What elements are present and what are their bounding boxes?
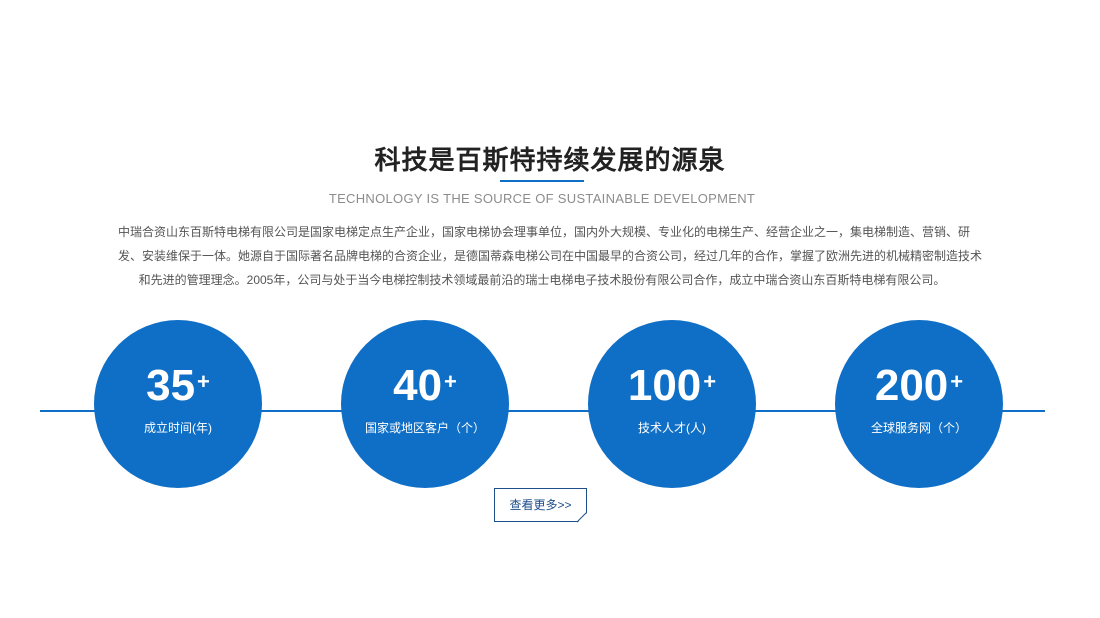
- title-underline: [500, 180, 584, 182]
- view-more-label: 查看更多>>: [509, 498, 572, 512]
- stat-value: 200: [874, 361, 949, 410]
- stat-value: 40: [393, 361, 443, 410]
- intro-line: 中瑞合资山东百斯特电梯有限公司是国家电梯定点生产企业，国家电梯协会理事单位，国内…: [118, 225, 971, 239]
- stat-label: 技术人才(人): [638, 421, 706, 435]
- stat-label: 全球服务网（个）: [870, 421, 967, 435]
- view-more-button[interactable]: 查看更多>>: [494, 488, 587, 523]
- company-intro: 中瑞合资山东百斯特电梯有限公司是国家电梯定点生产企业，国家电梯协会理事单位，国内…: [118, 220, 983, 292]
- stat-value: 35: [146, 361, 196, 410]
- stat-plus: +: [444, 369, 457, 394]
- stat-talents: 100+ 技术人才(人): [588, 320, 756, 488]
- stat-plus: +: [197, 369, 210, 394]
- intro-line: 发、安装维保于一体。她源自于国际著名品牌电梯的合资企业，是德国蒂森电梯公司在中国…: [118, 249, 983, 263]
- stat-value: 100: [627, 361, 702, 410]
- section-subtitle: TECHNOLOGY IS THE SOURCE OF SUSTAINABLE …: [328, 191, 756, 206]
- stat-plus: +: [703, 369, 717, 394]
- stat-countries: 40+ 国家或地区客户（个）: [341, 320, 509, 488]
- stat-service-network: 200+ 全球服务网（个）: [835, 320, 1003, 488]
- stat-founded-years: 35+ 成立时间(年): [94, 320, 262, 488]
- stat-label: 国家或地区客户（个）: [364, 421, 485, 435]
- intro-line: 和先进的管理理念。2005年，公司与处于当今电梯控制技术领域最前沿的瑞士电梯电子…: [138, 273, 946, 287]
- tech-section: 科技是百斯特持续发展的源泉 TECHNOLOGY IS THE SOURCE O…: [0, 0, 1100, 618]
- section-title: 科技是百斯特持续发展的源泉: [374, 145, 726, 175]
- stat-label: 成立时间(年): [144, 421, 212, 435]
- stat-plus: +: [950, 369, 964, 394]
